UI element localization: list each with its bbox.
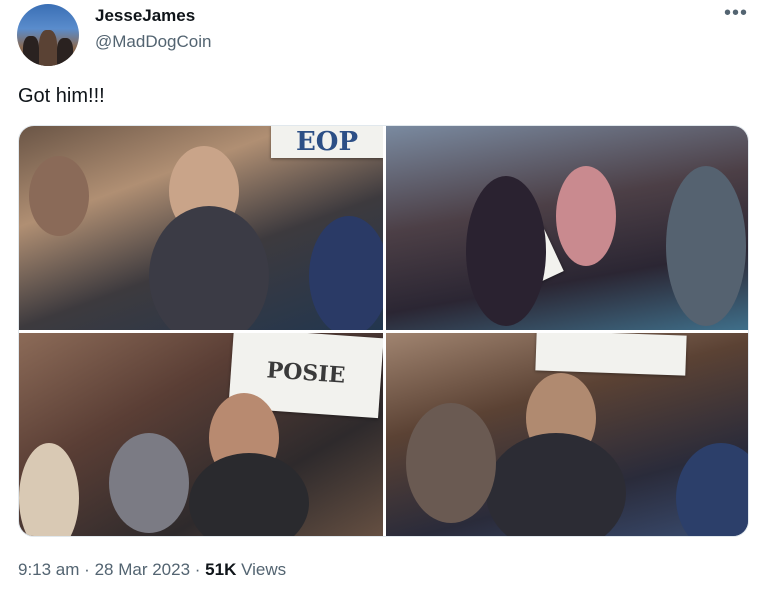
photo-figure bbox=[29, 156, 89, 236]
tweet-text: Got him!!! bbox=[18, 85, 105, 107]
photo-1[interactable]: EOP bbox=[19, 126, 383, 330]
photo-figure bbox=[466, 176, 546, 326]
author-display-name[interactable]: JesseJames bbox=[95, 6, 195, 26]
author-handle[interactable]: @MadDogCoin bbox=[95, 32, 211, 52]
views-label: Views bbox=[241, 560, 287, 579]
photo-figure bbox=[309, 216, 383, 330]
avatar-figure bbox=[39, 30, 57, 66]
photo-figure bbox=[149, 206, 269, 330]
avatar[interactable] bbox=[17, 4, 79, 66]
photo-figure bbox=[189, 453, 309, 536]
photo-figure bbox=[19, 443, 79, 536]
media-grid: EOP POSIE bbox=[18, 125, 749, 537]
photo-3[interactable]: POSIE bbox=[19, 333, 383, 536]
protest-sign bbox=[535, 333, 687, 376]
photo-figure bbox=[676, 443, 748, 536]
more-options-icon[interactable]: ••• bbox=[724, 2, 748, 25]
avatar-figure bbox=[23, 36, 39, 66]
photo-4[interactable] bbox=[386, 333, 748, 536]
protest-sign: EOP bbox=[271, 126, 383, 158]
photo-figure bbox=[556, 166, 616, 266]
photo-figure bbox=[666, 166, 746, 326]
photo-figure bbox=[406, 403, 496, 523]
meta-separator: · bbox=[84, 560, 90, 579]
photo-figure bbox=[109, 433, 189, 533]
tweet-date[interactable]: 28 Mar 2023 bbox=[95, 560, 190, 579]
avatar-figure bbox=[57, 38, 73, 66]
tweet-time[interactable]: 9:13 am bbox=[18, 560, 79, 579]
meta-separator: · bbox=[194, 560, 201, 579]
photo-figure bbox=[486, 433, 626, 536]
views-count: 51K bbox=[205, 560, 237, 579]
photo-2[interactable] bbox=[386, 126, 748, 330]
tweet-meta: 9:13 am · 28 Mar 2023 · 51K Views bbox=[18, 560, 286, 580]
